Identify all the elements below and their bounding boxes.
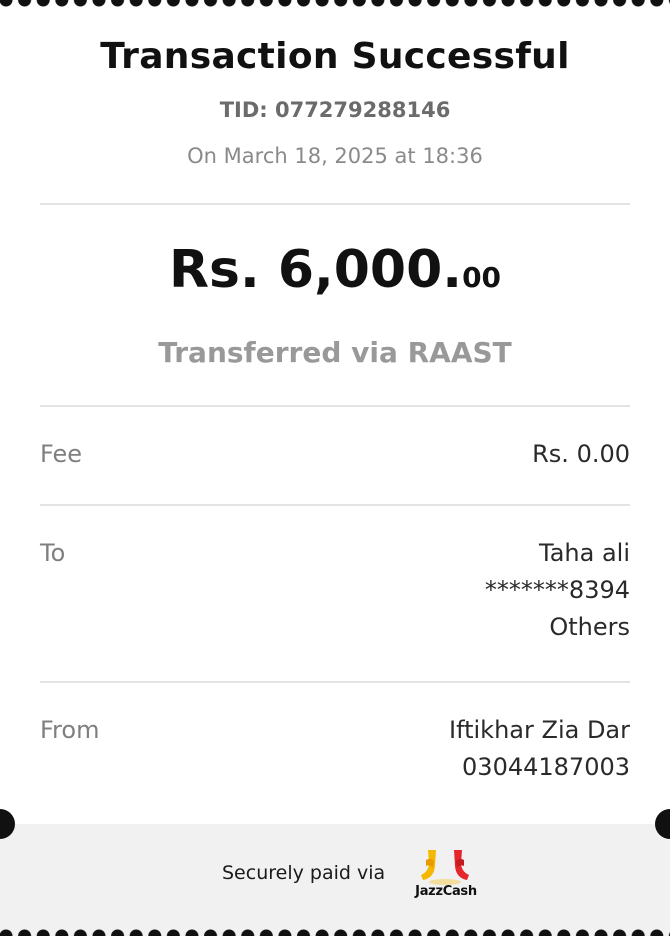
transfer-method: Transferred via RAAST [158,336,512,369]
receipt-bottom-edge [0,929,670,936]
to-label: To [40,539,66,567]
fee-value: Rs. 0.00 [532,436,630,473]
amount-cents: 00 [462,261,502,294]
transaction-datetime: On March 18, 2025 at 18:36 [187,144,483,168]
page-title: Transaction Successful [100,36,570,77]
divider [40,203,630,205]
recipient-bank: Others [549,613,630,641]
jazzcash-logo-icon [421,850,469,885]
sender-name: Iftikhar Zia Dar [449,716,630,744]
from-details: Iftikhar Zia Dar 03044187003 [449,712,630,786]
receipt-top-edge [0,0,670,7]
transaction-amount: Rs. 6,000.00 [0,240,670,300]
to-details: Taha ali *******8394 Others [485,535,630,646]
divider [40,405,630,407]
recipient-name: Taha ali [539,539,630,567]
transaction-receipt: Transaction Successful TID: 077279288146… [0,0,670,936]
receipt-footer: Securely paid via JazzCash [0,824,670,936]
fee-label: Fee [40,440,83,468]
divider [40,504,630,506]
jazzcash-logo-text: JazzCash [415,884,477,899]
amount-main: Rs. 6,000. [168,240,463,300]
sender-number: 03044187003 [462,753,630,781]
from-label: From [40,716,100,744]
recipient-account: *******8394 [484,576,630,604]
fee-amount: Rs. 0.00 [532,440,630,468]
jazzcash-logo: JazzCash [412,846,480,902]
transaction-id: TID: 077279288146 [219,98,451,122]
secure-payment-text: Securely paid via [222,862,386,884]
divider [40,681,630,683]
